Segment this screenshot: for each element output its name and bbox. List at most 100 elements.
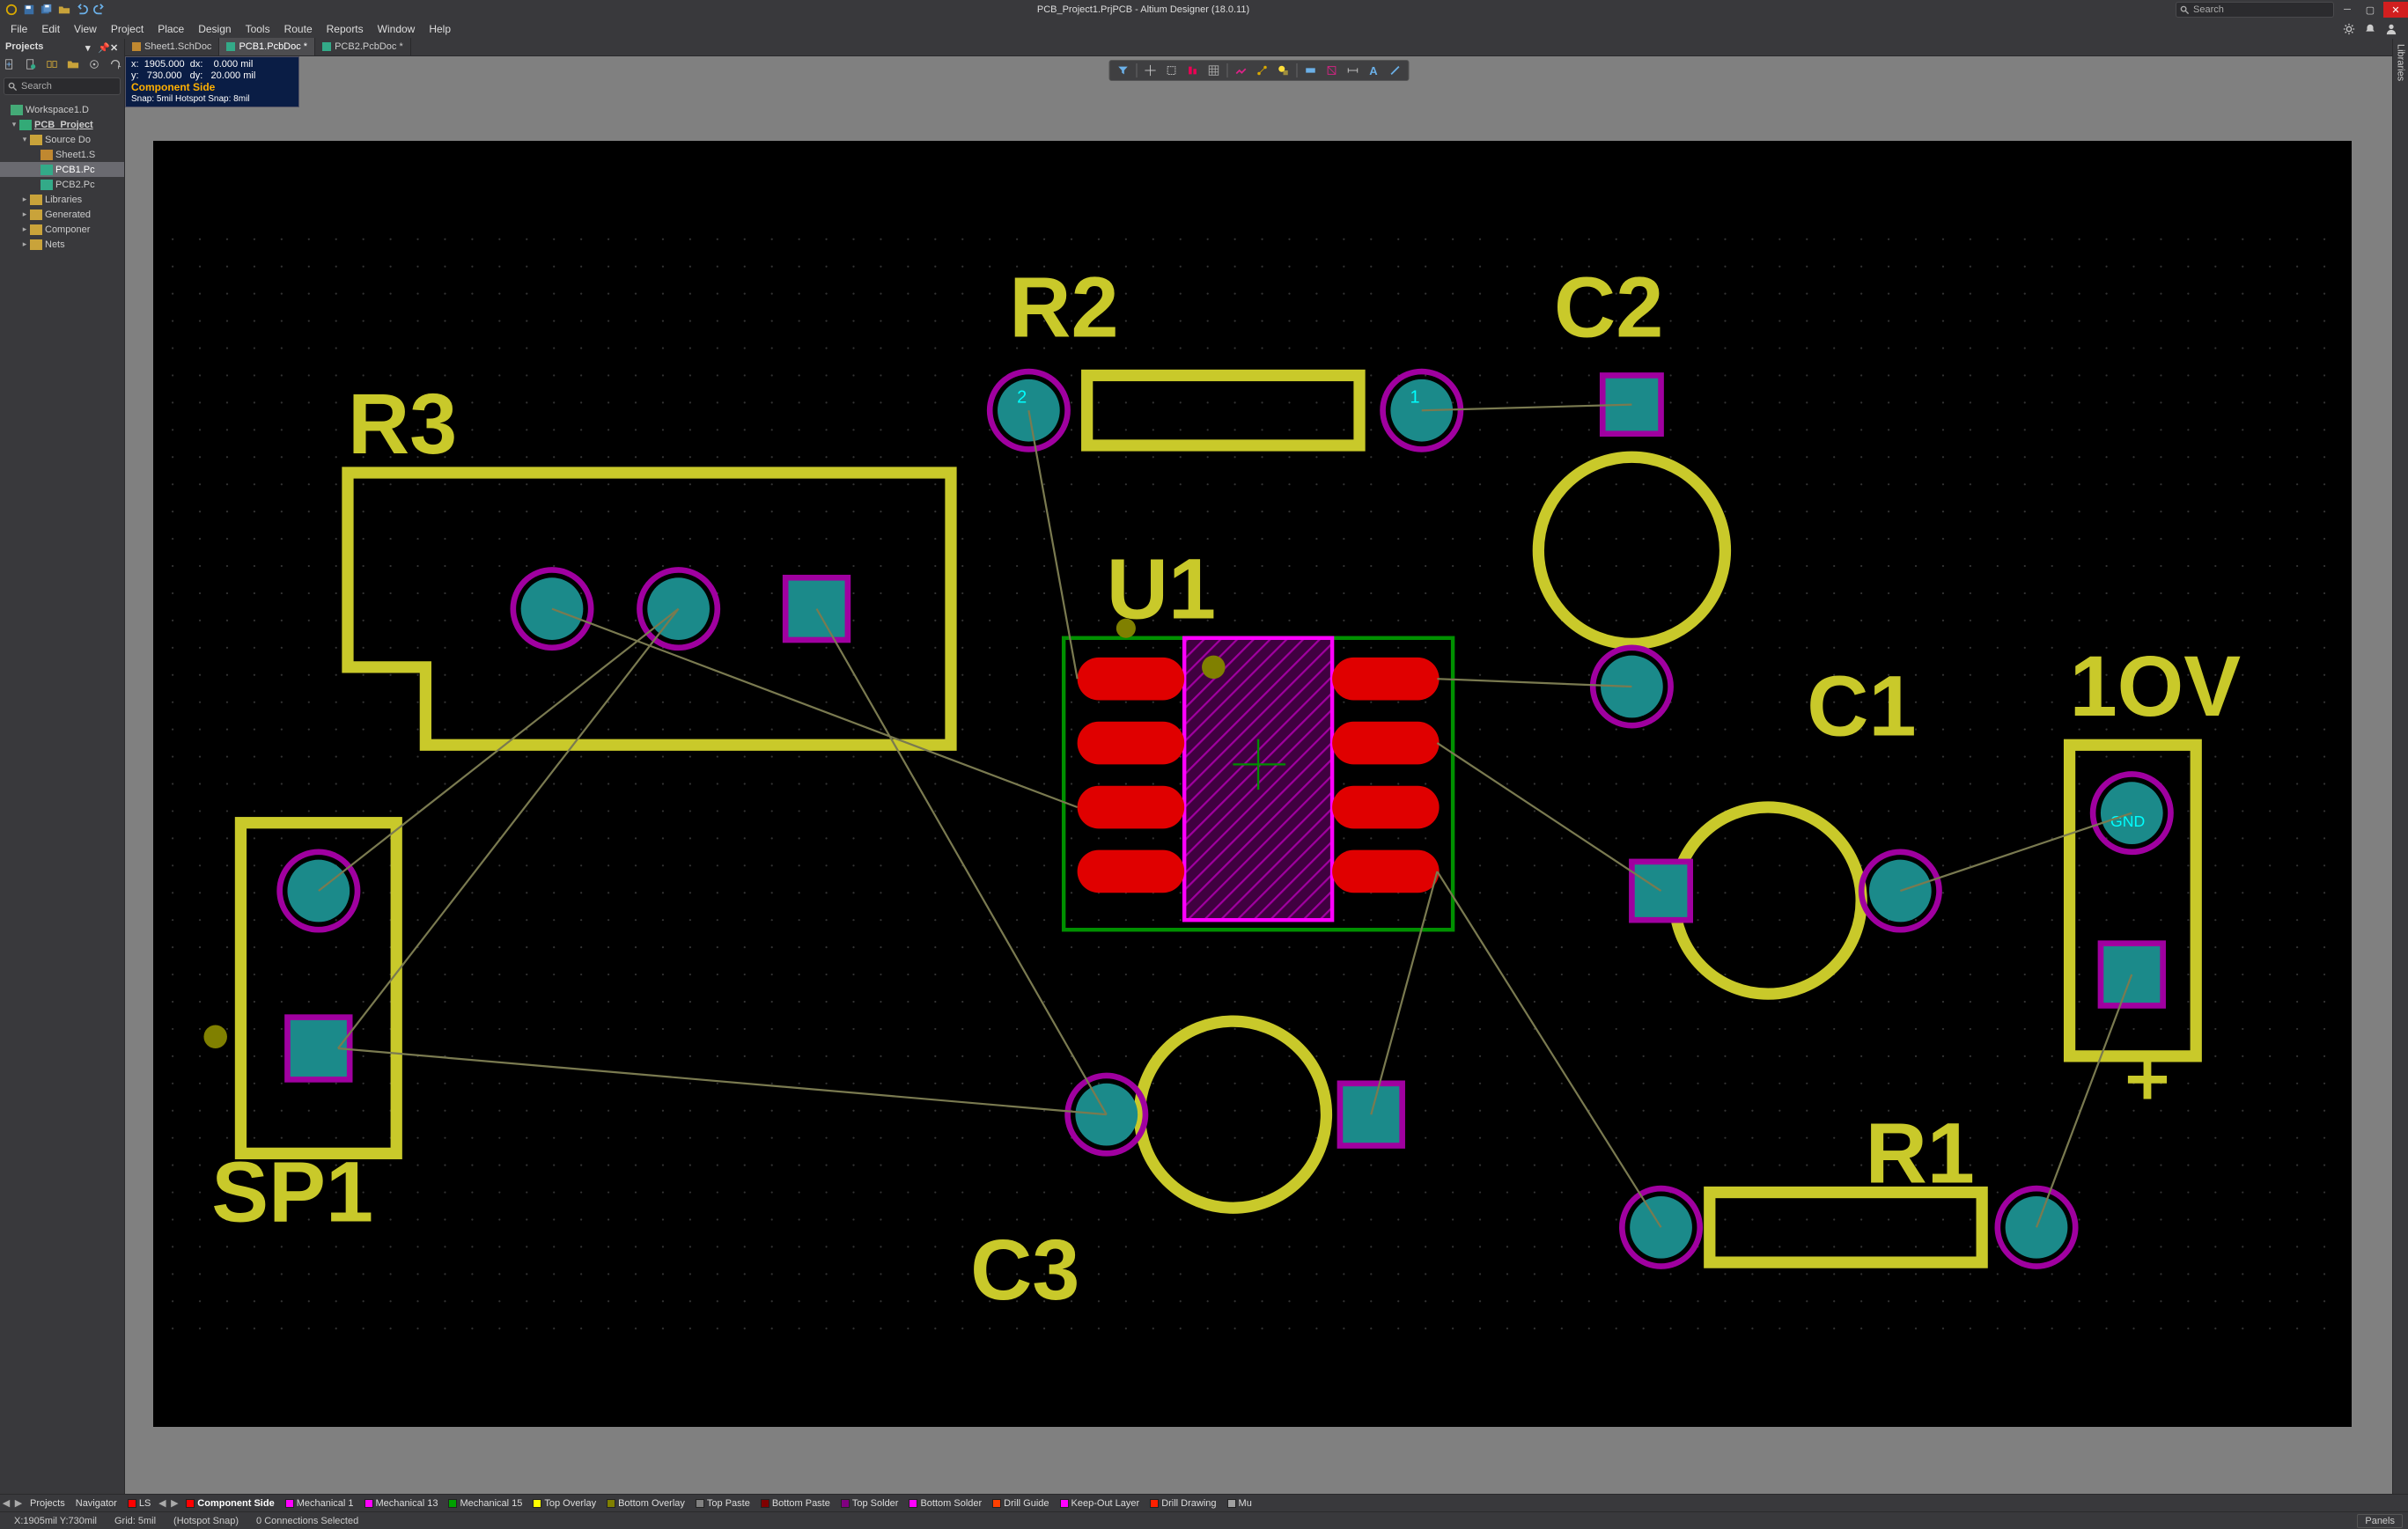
document-tab[interactable]: PCB2.PcbDoc * — [315, 38, 411, 55]
layer-tab[interactable]: Bottom Solder — [903, 1498, 987, 1509]
maximize-button[interactable]: ▢ — [2360, 2, 2380, 18]
panels-tab-navigator[interactable]: Navigator — [70, 1495, 122, 1511]
tree-node[interactable]: ▾Source Do — [0, 132, 124, 147]
pad-c2-2[interactable] — [1593, 648, 1670, 725]
tree-node[interactable]: PCB2.Pc — [0, 177, 124, 192]
designator-10v[interactable]: 1OV — [2070, 638, 2242, 734]
search-icon — [8, 82, 18, 92]
active-bar: A — [1108, 60, 1409, 81]
layer-tab[interactable]: Mechanical 15 — [443, 1498, 527, 1509]
tree-node[interactable]: ▸Nets — [0, 237, 124, 252]
layer-tab[interactable]: Top Solder — [836, 1498, 904, 1509]
locate-icon[interactable] — [88, 58, 100, 72]
layer-tab[interactable]: Mu — [1222, 1498, 1257, 1509]
via-icon[interactable] — [1322, 62, 1341, 79]
tree-node[interactable]: Sheet1.S — [0, 147, 124, 162]
chevron-down-icon[interactable]: ▾ — [85, 42, 94, 51]
designator-c3[interactable]: C3 — [970, 1222, 1079, 1318]
designator-r2[interactable]: R2 — [1009, 259, 1118, 355]
tree-node[interactable]: Workspace1.D — [0, 102, 124, 117]
menu-tools[interactable]: Tools — [239, 21, 277, 37]
open-project-icon[interactable] — [67, 58, 79, 72]
layer-tab[interactable]: Component Side — [180, 1498, 279, 1509]
net-highlight-icon[interactable] — [1252, 62, 1271, 79]
layer-tab[interactable]: Bottom Paste — [755, 1498, 836, 1509]
align-icon[interactable] — [1182, 62, 1202, 79]
selection-rect-icon[interactable] — [1161, 62, 1181, 79]
menu-edit[interactable]: Edit — [34, 21, 67, 37]
libraries-collapsed-panel[interactable]: Libraries — [2392, 39, 2408, 1494]
save-icon[interactable] — [23, 4, 35, 16]
mask-icon[interactable] — [1273, 62, 1292, 79]
layer-tab[interactable]: Top Paste — [690, 1498, 755, 1509]
layer-tab[interactable]: Top Overlay — [527, 1498, 601, 1509]
minimize-button[interactable]: ─ — [2338, 2, 2357, 18]
layer-tab[interactable]: Drill Drawing — [1145, 1498, 1221, 1509]
tree-node[interactable]: PCB1.Pc — [0, 162, 124, 177]
text-icon[interactable]: A — [1364, 62, 1383, 79]
menu-project[interactable]: Project — [104, 21, 151, 37]
project-tree[interactable]: Workspace1.D▾PCB_Project▾Source DoSheet1… — [0, 100, 124, 1494]
diff-pair-icon[interactable] — [1300, 62, 1320, 79]
refresh-icon[interactable] — [109, 58, 122, 72]
document-tab[interactable]: PCB1.PcbDoc * — [219, 38, 315, 55]
save-all-icon[interactable] — [41, 4, 53, 16]
bell-icon[interactable] — [2364, 23, 2376, 35]
tree-node[interactable]: ▸Libraries — [0, 192, 124, 207]
pin-icon[interactable]: 📌 — [98, 42, 107, 51]
designator-c1[interactable]: C1 — [1807, 658, 1916, 753]
tree-node[interactable]: ▾PCB_Project — [0, 117, 124, 132]
line-icon[interactable] — [1385, 62, 1404, 79]
layerset-prev[interactable]: ◀ — [156, 1497, 168, 1509]
redo-icon[interactable] — [93, 4, 106, 16]
layer-tab[interactable]: Bottom Overlay — [601, 1498, 690, 1509]
layers-nav-prev[interactable]: ◀ — [0, 1497, 12, 1509]
route-icon[interactable] — [1231, 62, 1250, 79]
panel-close-icon[interactable]: ✕ — [110, 42, 119, 51]
dimension-icon[interactable] — [1343, 62, 1362, 79]
menu-help[interactable]: Help — [422, 21, 458, 37]
new-doc-icon[interactable] — [4, 58, 16, 72]
layer-tab[interactable]: Keep-Out Layer — [1055, 1498, 1145, 1509]
layer-tab[interactable]: Mechanical 13 — [359, 1498, 444, 1509]
undo-icon[interactable] — [76, 4, 88, 16]
close-button[interactable]: ✕ — [2383, 2, 2408, 18]
pad-c3-2[interactable] — [1068, 1076, 1145, 1153]
panels-tab-projects[interactable]: Projects — [25, 1495, 70, 1511]
hud-layer-side: Component Side — [131, 82, 293, 93]
filter-icon[interactable] — [1113, 62, 1132, 79]
compile-icon[interactable] — [25, 58, 37, 72]
layer-set-ls[interactable]: LS — [122, 1495, 156, 1511]
menu-place[interactable]: Place — [151, 21, 191, 37]
document-tab[interactable]: Sheet1.SchDoc — [125, 38, 219, 55]
tree-node[interactable]: ▸Generated — [0, 207, 124, 222]
menu-design[interactable]: Design — [191, 21, 238, 37]
open-icon[interactable] — [58, 4, 70, 16]
designator-r3[interactable]: R3 — [348, 376, 457, 472]
designator-c2[interactable]: C2 — [1554, 259, 1663, 355]
pcb-canvas-viewport[interactable]: x: 1905.000 dx: 0.000 mil y: 730.000 dy:… — [125, 56, 2392, 1494]
projects-toolbar — [0, 55, 124, 76]
projects-search-input[interactable]: Search — [4, 77, 121, 95]
menu-view[interactable]: View — [67, 21, 104, 37]
layer-tab[interactable]: Drill Guide — [987, 1498, 1054, 1509]
status-coordinates: X:1905mil Y:730mil — [5, 1516, 106, 1526]
menu-reports[interactable]: Reports — [320, 21, 371, 37]
user-icon[interactable] — [2385, 23, 2397, 35]
menu-file[interactable]: File — [4, 21, 34, 37]
pad-r2-2[interactable]: 2 — [990, 371, 1067, 449]
layerset-next[interactable]: ▶ — [168, 1497, 180, 1509]
tree-node[interactable]: ▸Componer — [0, 222, 124, 237]
compare-icon[interactable] — [46, 58, 58, 72]
panels-button[interactable]: Panels — [2357, 1514, 2403, 1528]
gear-icon[interactable] — [2343, 23, 2355, 35]
layer-tab[interactable]: Mechanical 1 — [280, 1498, 359, 1509]
menu-window[interactable]: Window — [371, 21, 423, 37]
menu-route[interactable]: Route — [277, 21, 320, 37]
snap-center-icon[interactable] — [1140, 62, 1160, 79]
pcb-board[interactable]: R2 C2 R3 U1 C1 1OV SP1 C3 R1 2 1 GND — [153, 141, 2352, 1427]
grid-icon[interactable] — [1204, 62, 1223, 79]
layers-nav-next[interactable]: ▶ — [12, 1497, 25, 1509]
global-search-input[interactable]: Search — [2176, 2, 2334, 18]
svg-text:1: 1 — [1410, 387, 1419, 407]
